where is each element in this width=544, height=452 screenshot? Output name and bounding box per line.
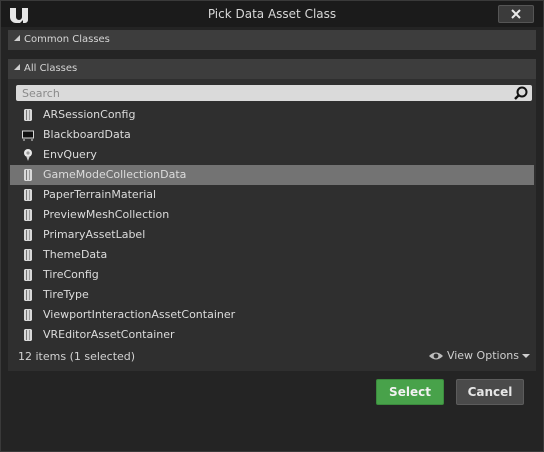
class-list-item[interactable]: VREditorAssetContainer	[10, 325, 534, 345]
class-list-item[interactable]: PreviewMeshCollection	[10, 205, 534, 225]
class-list-item[interactable]: TireType	[10, 285, 534, 305]
class-list-item[interactable]: TireConfig	[10, 265, 534, 285]
data-asset-icon	[22, 248, 34, 262]
chevron-down-icon	[522, 353, 530, 358]
pick-data-asset-class-dialog: Pick Data Asset Class Common Classes All…	[0, 0, 544, 452]
class-list-item[interactable]: PaperTerrainMaterial	[10, 185, 534, 205]
class-name-label: ARSessionConfig	[43, 108, 136, 121]
class-name-label: PaperTerrainMaterial	[43, 188, 157, 201]
view-options-label: View Options	[446, 349, 519, 362]
class-name-label: PreviewMeshCollection	[43, 208, 170, 221]
close-button[interactable]	[498, 5, 534, 23]
all-classes-header[interactable]: All Classes	[8, 59, 536, 79]
class-list-item[interactable]: ARSessionConfig	[10, 105, 534, 125]
title-bar[interactable]: Pick Data Asset Class	[1, 1, 543, 27]
class-name-label: ThemeData	[43, 248, 108, 261]
class-name-label: EnvQuery	[43, 148, 97, 161]
env-query-icon	[22, 148, 34, 162]
view-options-button[interactable]: View Options	[428, 349, 530, 362]
data-asset-icon	[22, 168, 34, 182]
data-asset-icon	[22, 288, 34, 302]
data-asset-icon	[22, 308, 34, 322]
window-title: Pick Data Asset Class	[207, 7, 337, 21]
data-asset-icon	[22, 268, 34, 282]
class-name-label: PrimaryAssetLabel	[43, 228, 146, 241]
class-name-label: BlackboardData	[43, 128, 131, 141]
all-classes-panel: ARSessionConfig BlackboardData EnvQuery Gam…	[8, 79, 536, 371]
select-button[interactable]: Select	[376, 379, 444, 405]
class-name-label: VREditorAssetContainer	[43, 328, 175, 341]
class-name-label: TireType	[43, 288, 89, 301]
data-asset-icon	[22, 328, 34, 342]
common-classes-header[interactable]: Common Classes	[8, 30, 536, 50]
data-asset-icon	[22, 208, 34, 222]
class-name-label: ViewportInteractionAssetContainer	[43, 308, 236, 321]
class-list-item[interactable]: BlackboardData	[10, 125, 534, 145]
class-name-label: TireConfig	[43, 268, 99, 281]
class-list-item[interactable]: ThemeData	[10, 245, 534, 265]
class-list: ARSessionConfig BlackboardData EnvQuery Gam…	[10, 105, 534, 345]
class-list-item[interactable]: GameModeCollectionData	[10, 165, 534, 185]
class-list-item[interactable]: ViewportInteractionAssetContainer	[10, 305, 534, 325]
close-icon	[511, 9, 521, 19]
search-box[interactable]	[16, 85, 532, 101]
collapse-triangle-icon	[14, 35, 20, 41]
search-icon[interactable]	[513, 85, 529, 101]
collapse-triangle-icon	[14, 64, 20, 70]
common-classes-label: Common Classes	[24, 34, 110, 45]
class-list-item[interactable]: EnvQuery	[10, 145, 534, 165]
search-input[interactable]	[16, 85, 502, 101]
data-asset-icon	[22, 188, 34, 202]
class-list-item[interactable]: PrimaryAssetLabel	[10, 225, 534, 245]
data-asset-icon	[22, 228, 34, 242]
cancel-button[interactable]: Cancel	[456, 379, 524, 405]
data-asset-icon	[22, 108, 34, 122]
eye-icon	[428, 352, 443, 359]
class-name-label: GameModeCollectionData	[43, 168, 187, 181]
blackboard-icon	[22, 128, 34, 142]
item-count-status: 12 items (1 selected)	[18, 350, 136, 363]
all-classes-label: All Classes	[24, 63, 78, 74]
